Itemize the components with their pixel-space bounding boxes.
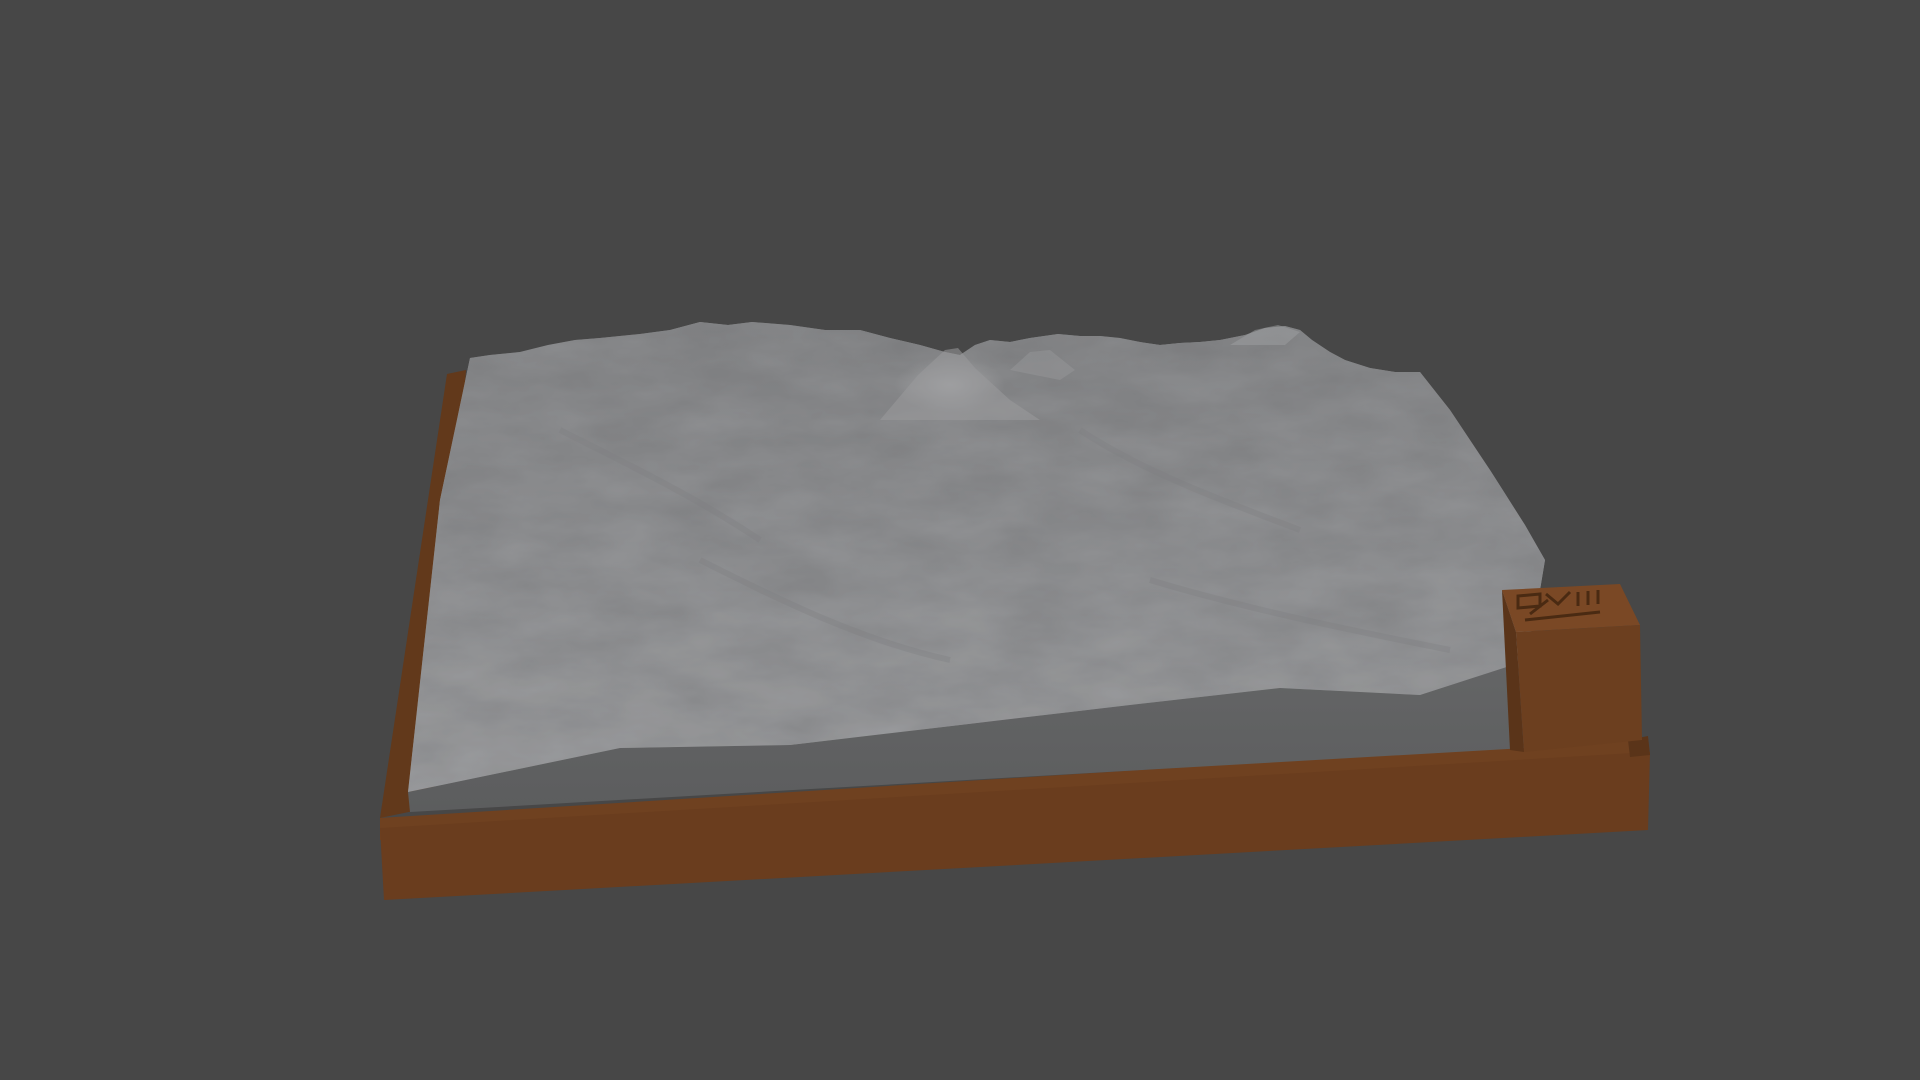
label-block-front (1516, 625, 1642, 752)
terrain-model-render (380, 322, 1650, 900)
3d-viewport[interactable] (0, 0, 1920, 1080)
